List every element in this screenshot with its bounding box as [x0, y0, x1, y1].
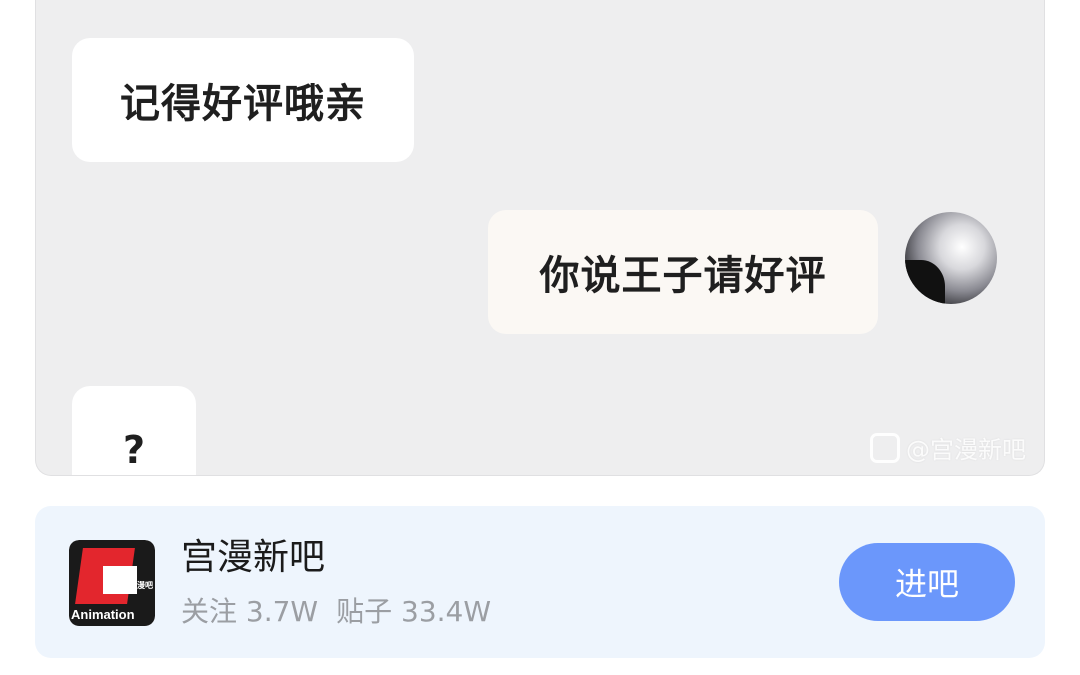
forum-name: 宫漫新吧 — [181, 537, 326, 578]
forum-card[interactable]: 宫漫动漫吧 Animation 宫漫新吧 关注 3.7W 贴子 33.4W 进吧 — [35, 506, 1045, 658]
chat-bubble-received: ? — [72, 386, 196, 475]
chat-bubble-text: ? — [122, 428, 146, 472]
posts-count: 贴子 33.4W — [336, 595, 492, 628]
enter-forum-button[interactable]: 进吧 — [839, 543, 1015, 621]
forum-stats: 关注 3.7W 贴子 33.4W — [181, 590, 491, 630]
chat-screenshot-image[interactable]: 记得好评哦亲 你说王子请好评 ? @宫漫新吧 — [35, 0, 1045, 476]
camera-icon — [870, 432, 900, 463]
logo-subtext: 宫漫动漫吧 — [113, 581, 153, 590]
chat-bubble-text: 你说王子请好评 — [539, 253, 827, 299]
chat-bubble-received: 记得好评哦亲 — [72, 38, 414, 162]
watermark: @宫漫新吧 — [870, 430, 1026, 465]
chat-bubble-text: 记得好评哦亲 — [120, 81, 366, 127]
forum-logo: 宫漫动漫吧 Animation — [69, 540, 155, 626]
logo-text: Animation — [71, 607, 135, 622]
avatar — [905, 212, 997, 304]
chat-bubble-sent: 你说王子请好评 — [488, 210, 878, 334]
watermark-text: @宫漫新吧 — [906, 436, 1026, 464]
followers-count: 关注 3.7W — [181, 595, 319, 628]
